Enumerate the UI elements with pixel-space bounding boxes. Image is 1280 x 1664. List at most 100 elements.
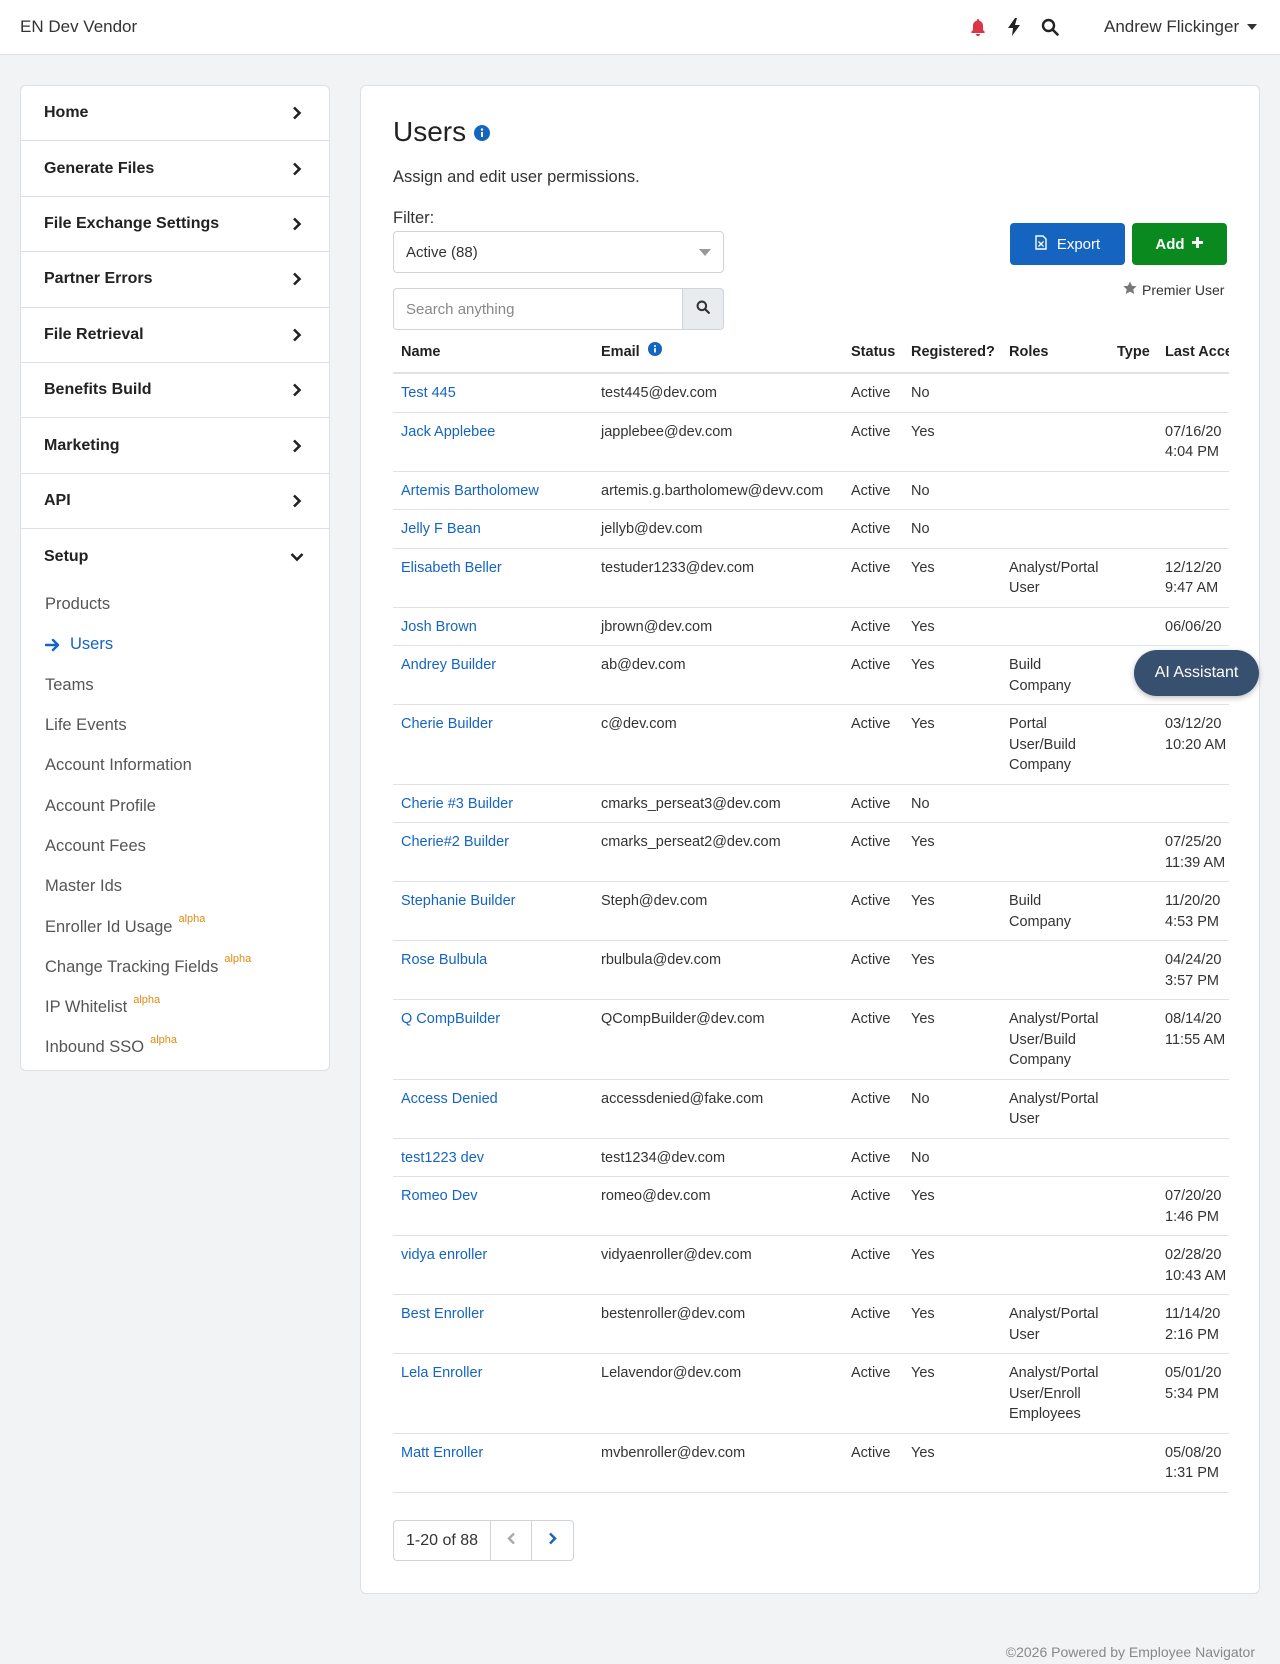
- search-input[interactable]: [393, 288, 683, 330]
- cell-registered: No: [903, 1138, 1001, 1177]
- cell-type: [1109, 1353, 1157, 1434]
- column-header-name[interactable]: Name: [393, 336, 593, 374]
- sidebar-item-partner-errors[interactable]: Partner Errors: [21, 252, 329, 308]
- cell-roles: Analyst/Portal User/Build Company: [1001, 999, 1109, 1080]
- user-name-link[interactable]: Andrey Builder: [401, 657, 496, 673]
- export-button[interactable]: Export: [1010, 223, 1125, 265]
- search-icon[interactable]: [1032, 16, 1068, 38]
- sidebar-item-file-retrieval[interactable]: File Retrieval: [21, 308, 329, 363]
- cell-email: Steph@dev.com: [593, 881, 843, 941]
- sidebar-subitem-account-profile[interactable]: Account Profile: [21, 786, 329, 826]
- cell-type: [1109, 548, 1157, 608]
- sidebar-subitem-users[interactable]: Users: [21, 625, 329, 665]
- sidebar-subitem-master-ids[interactable]: Master Ids: [21, 867, 329, 907]
- sidebar-item-api[interactable]: API: [21, 474, 329, 530]
- cell-roles: Analyst/Portal User: [1001, 548, 1109, 608]
- filter-select[interactable]: Active (88): [393, 231, 724, 273]
- cell-last-access: 02/28/20 10:43 AM: [1157, 1235, 1229, 1295]
- info-icon[interactable]: [474, 116, 491, 148]
- cell-last-access: 08/14/20 11:55 AM: [1157, 999, 1229, 1080]
- search-button[interactable]: [683, 288, 724, 330]
- cell-roles: Portal User/Build Company: [1001, 704, 1109, 785]
- column-header-email[interactable]: Email: [593, 336, 843, 374]
- column-header-last-access[interactable]: Last Access: [1157, 336, 1229, 374]
- sidebar-item-benefits-build[interactable]: Benefits Build: [21, 363, 329, 419]
- user-menu[interactable]: Andrew Flickinger: [1104, 17, 1258, 37]
- star-icon: [1123, 281, 1137, 298]
- user-name-link[interactable]: Cherie Builder: [401, 716, 493, 732]
- user-name-link[interactable]: vidya enroller: [401, 1247, 487, 1263]
- cell-last-access: 05/01/20 5:34 PM: [1157, 1353, 1229, 1434]
- table-row: Matt Enroller mvbenroller@dev.com Active Ye…: [393, 1433, 1229, 1493]
- sidebar-item-file-exchange-settings[interactable]: File Exchange Settings: [21, 197, 329, 253]
- add-button[interactable]: Add: [1132, 223, 1227, 265]
- cell-email: c@dev.com: [593, 704, 843, 785]
- sidebar-subitem-account-information[interactable]: Account Information: [21, 746, 329, 786]
- cell-email: vidyaenroller@dev.com: [593, 1235, 843, 1295]
- cell-email: test1234@dev.com: [593, 1138, 843, 1177]
- user-name-link[interactable]: Stephanie Builder: [401, 893, 515, 909]
- cell-last-access: [1157, 784, 1229, 823]
- user-name-link[interactable]: Cherie#2 Builder: [401, 834, 509, 850]
- cell-email: japplebee@dev.com: [593, 412, 843, 472]
- sidebar-subitem-change-tracking-fields[interactable]: Change Tracking Fields alpha: [21, 947, 329, 987]
- user-name-link[interactable]: Best Enroller: [401, 1306, 484, 1322]
- subitem-label: Account Information: [45, 756, 192, 775]
- last-access-date: 04/24/20: [1165, 952, 1222, 968]
- cell-roles: [1001, 1138, 1109, 1177]
- premier-user-legend: Premier User: [1123, 281, 1224, 298]
- cell-status: Active: [843, 999, 903, 1080]
- user-name-link[interactable]: Q CompBuilder: [401, 1011, 500, 1027]
- column-header-registered[interactable]: Registered?: [903, 336, 1001, 374]
- user-name-link[interactable]: test1223 dev: [401, 1150, 484, 1166]
- sidebar-subitem-ip-whitelist[interactable]: IP Whitelist alpha: [21, 987, 329, 1027]
- column-header-roles[interactable]: Roles: [1001, 336, 1109, 374]
- cell-name: Cherie #3 Builder: [393, 784, 593, 823]
- previous-page-button[interactable]: [491, 1521, 533, 1560]
- user-name-link[interactable]: Jack Applebee: [401, 424, 495, 440]
- sidebar-item-home[interactable]: Home: [21, 86, 329, 142]
- next-page-button[interactable]: [532, 1521, 573, 1560]
- ai-assistant-button[interactable]: AI Assistant: [1134, 650, 1259, 696]
- sidebar-item-generate-files[interactable]: Generate Files: [21, 141, 329, 197]
- sidebar: Home Generate Files File Exchange Settin…: [20, 85, 330, 1071]
- cell-last-access: 12/12/20 9:47 AM: [1157, 548, 1229, 608]
- user-name-link[interactable]: Jelly F Bean: [401, 521, 481, 537]
- sidebar-subitem-account-fees[interactable]: Account Fees: [21, 826, 329, 866]
- user-name-link[interactable]: Lela Enroller: [401, 1365, 482, 1381]
- brand-name[interactable]: EN Dev Vendor: [20, 17, 137, 37]
- sidebar-subitem-products[interactable]: Products: [21, 585, 329, 625]
- user-name-link[interactable]: Rose Bulbula: [401, 952, 487, 968]
- sidebar-item-marketing[interactable]: Marketing: [21, 418, 329, 474]
- table-row: Cherie #3 Builder cmarks_perseat3@dev.com…: [393, 784, 1229, 823]
- column-header-type[interactable]: Type: [1109, 336, 1157, 374]
- user-name-link[interactable]: Artemis Bartholomew: [401, 483, 539, 499]
- bolt-icon[interactable]: [996, 16, 1032, 38]
- column-header-status[interactable]: Status: [843, 336, 903, 374]
- add-label: Add: [1155, 235, 1185, 253]
- cell-email: jellyb@dev.com: [593, 509, 843, 549]
- cell-name: Test 445: [393, 373, 593, 413]
- sidebar-subitem-life-events[interactable]: Life Events: [21, 705, 329, 745]
- user-name-link[interactable]: Test 445: [401, 385, 456, 401]
- user-name-link[interactable]: Matt Enroller: [401, 1445, 483, 1461]
- bell-icon[interactable]: [960, 16, 996, 38]
- subitem-label: Master Ids: [45, 877, 123, 896]
- cell-status: Active: [843, 471, 903, 510]
- cell-roles: [1001, 607, 1109, 646]
- user-name-link[interactable]: Access Denied: [401, 1091, 498, 1107]
- info-icon[interactable]: [647, 342, 662, 362]
- table-row: Best Enroller bestenroller@dev.com Active Y…: [393, 1294, 1229, 1354]
- cell-status: Active: [843, 607, 903, 646]
- sidebar-subitem-teams[interactable]: Teams: [21, 665, 329, 705]
- user-name-link[interactable]: Romeo Dev: [401, 1188, 478, 1204]
- sidebar-item-setup[interactable]: Setup: [21, 529, 329, 584]
- sidebar-subitem-enroller-id-usage[interactable]: Enroller Id Usage alpha: [21, 907, 329, 947]
- chevron-right-icon: [289, 161, 305, 177]
- user-name-link[interactable]: Elisabeth Beller: [401, 560, 502, 576]
- user-name-link[interactable]: Josh Brown: [401, 619, 477, 635]
- user-name-link[interactable]: Cherie #3 Builder: [401, 796, 513, 812]
- last-access-time: 11:39 AM: [1165, 854, 1226, 871]
- cell-email: rbulbula@dev.com: [593, 940, 843, 1000]
- sidebar-subitem-inbound-sso[interactable]: Inbound SSO alpha: [21, 1028, 329, 1068]
